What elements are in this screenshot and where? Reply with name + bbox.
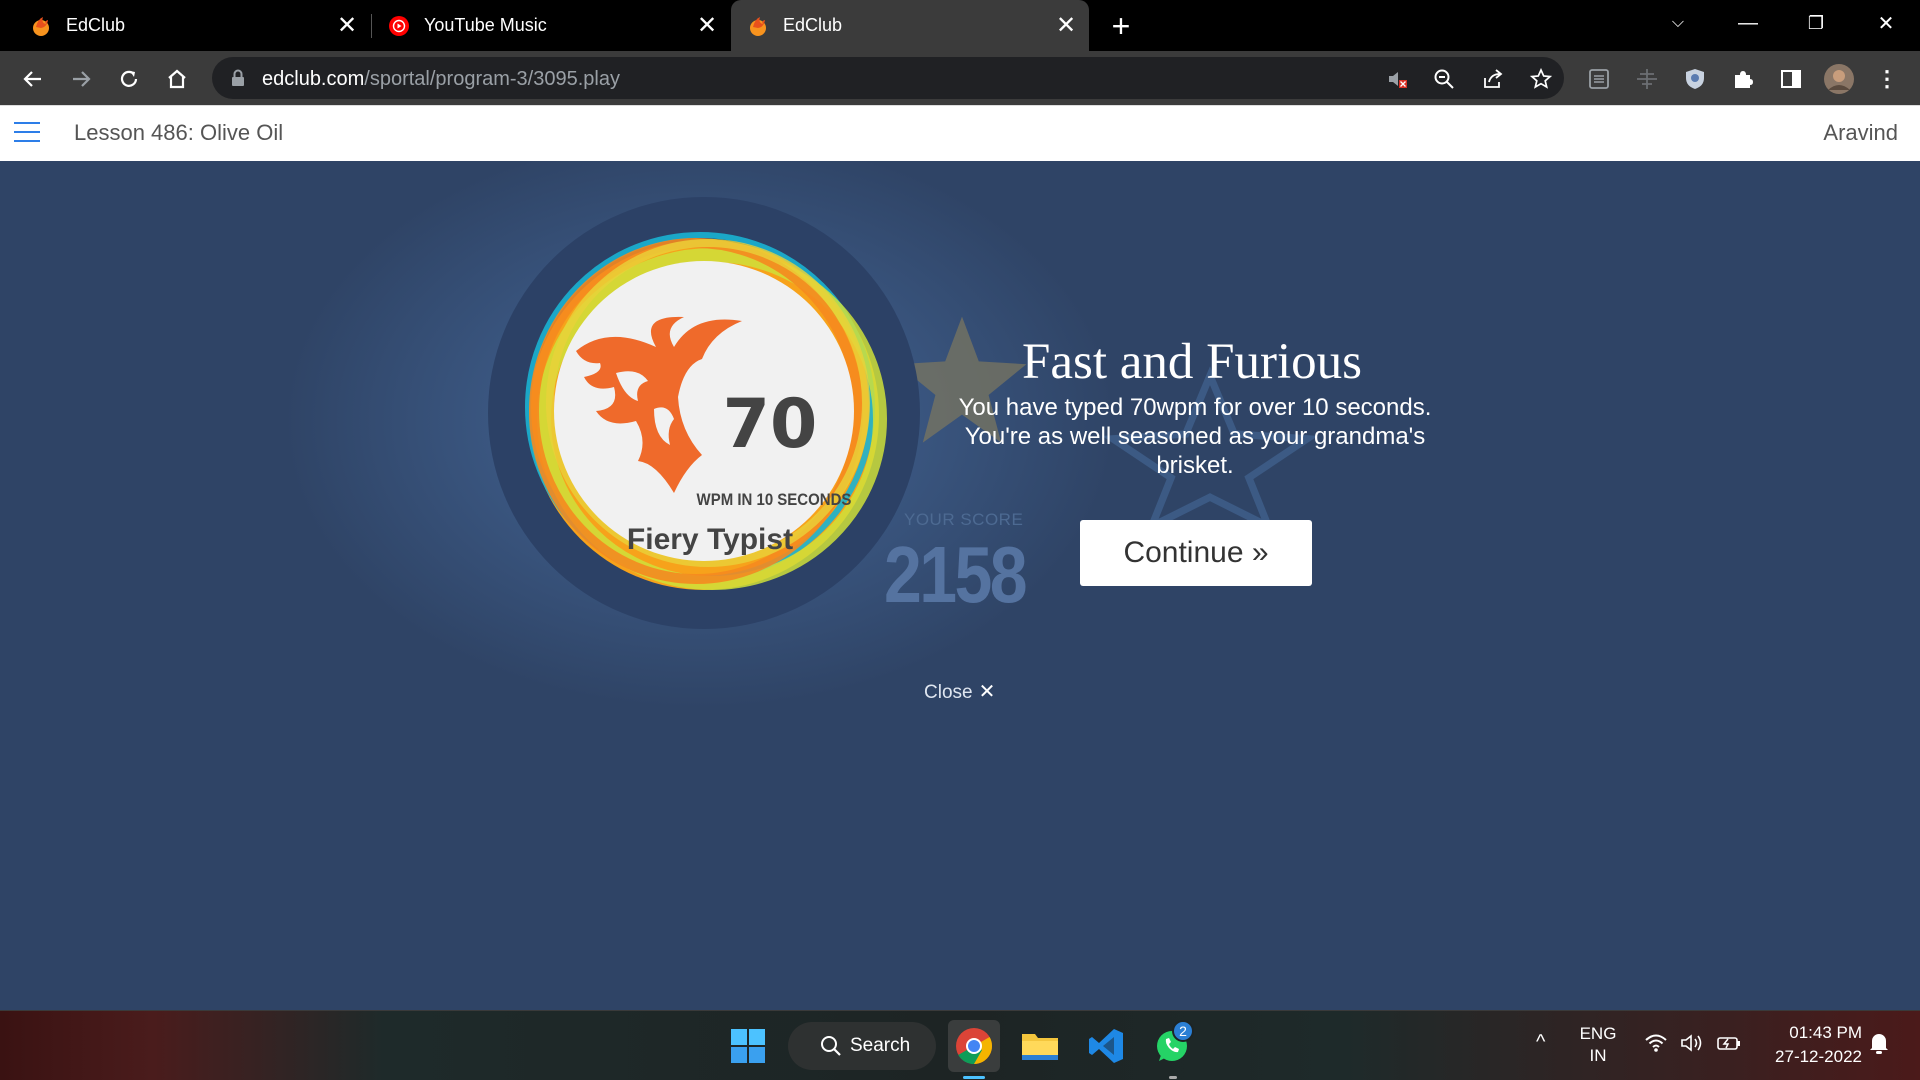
hamburger-menu-icon[interactable] xyxy=(14,122,40,144)
language-line-2: IN xyxy=(1589,1046,1607,1065)
extensions-puzzle-icon[interactable] xyxy=(1728,64,1758,94)
tab-title: EdClub xyxy=(783,15,843,35)
url-path: /sportal/program-3/3095.play xyxy=(364,68,620,90)
user-name[interactable]: Aravind xyxy=(1823,120,1898,146)
language-line-1: ENG xyxy=(1579,1024,1617,1043)
taskbar-chrome[interactable] xyxy=(948,1020,1000,1072)
badge-name: Fiery Typist xyxy=(627,523,793,556)
windows-taskbar: Search 2 ^ ENG IN 01:43 PM 27-12-2022 xyxy=(0,1010,1920,1080)
battery-icon[interactable] xyxy=(1716,1033,1742,1058)
tab-edclub-1[interactable]: EdClub ✕ xyxy=(0,0,370,51)
page-header: Lesson 486: Olive Oil Aravind xyxy=(0,105,1920,161)
close-tab-icon[interactable]: ✕ xyxy=(334,12,360,39)
browser-menu-icon[interactable]: ⋮ xyxy=(1872,64,1902,94)
show-hidden-icons-icon[interactable]: ^ xyxy=(1536,1031,1545,1054)
taskbar-vscode[interactable] xyxy=(1080,1020,1132,1072)
browser-toolbar: edclub.com/sportal/program-3/3095.play ⋮ xyxy=(0,51,1920,105)
url-host: edclub.com xyxy=(262,68,365,90)
tab-youtube-music[interactable]: YouTube Music ✕ xyxy=(372,0,730,51)
address-bar[interactable]: edclub.com/sportal/program-3/3095.play xyxy=(212,57,1564,99)
tab-edclub-active[interactable]: EdClub ✕ xyxy=(731,0,1089,51)
forward-button[interactable] xyxy=(66,64,96,94)
side-panel-icon[interactable] xyxy=(1776,64,1806,94)
zoom-icon[interactable] xyxy=(1431,66,1457,92)
close-tab-icon[interactable]: ✕ xyxy=(1053,12,1079,39)
share-icon[interactable] xyxy=(1480,66,1506,92)
taskbar-file-explorer[interactable] xyxy=(1014,1020,1066,1072)
running-app-indicator xyxy=(1169,1076,1177,1079)
start-button[interactable] xyxy=(722,1020,774,1072)
lesson-title: Lesson 486: Olive Oil xyxy=(74,120,284,145)
edclub-favicon-icon xyxy=(750,16,766,36)
achievement-message: You have typed 70wpm for over 10 seconds… xyxy=(950,393,1440,480)
achievement-title: Fast and Furious xyxy=(1022,334,1363,390)
achievement-message-line-1: You have typed 70wpm for over 10 seconds… xyxy=(958,394,1432,421)
reload-button[interactable] xyxy=(114,64,144,94)
close-window-button[interactable]: ✕ xyxy=(1866,8,1906,38)
home-button[interactable] xyxy=(162,64,192,94)
notification-badge: 2 xyxy=(1172,1020,1194,1042)
taskbar-search[interactable]: Search xyxy=(788,1022,936,1070)
badge-subtitle: WPM IN 10 SECONDS xyxy=(697,491,852,509)
language-indicator[interactable]: ENG IN xyxy=(1578,1023,1618,1067)
vscode-icon xyxy=(1089,1029,1123,1063)
system-clock[interactable]: 01:43 PM 27-12-2022 xyxy=(1762,1021,1862,1069)
reading-list-icon[interactable] xyxy=(1584,64,1614,94)
close-icon: ✕ xyxy=(978,681,996,703)
clock-time: 01:43 PM xyxy=(1789,1023,1862,1042)
volume-icon[interactable] xyxy=(1680,1033,1706,1058)
notifications-icon[interactable] xyxy=(1868,1031,1890,1060)
achievement-message-line-2: You're as well seasoned as your grandma'… xyxy=(964,423,1426,479)
tab-title: YouTube Music xyxy=(424,15,547,35)
extension-move-icon[interactable] xyxy=(1632,64,1662,94)
taskbar-whatsapp[interactable]: 2 xyxy=(1146,1020,1198,1072)
edclub-favicon-icon xyxy=(33,16,49,36)
wifi-icon[interactable] xyxy=(1644,1033,1668,1058)
lock-icon xyxy=(232,69,244,86)
tab-strip: EdClub ✕ YouTube Music ✕ EdClub ✕ + ⌵ — … xyxy=(0,0,1920,51)
fiery-typist-badge: 70 WPM IN 10 SECONDS Fiery Typist xyxy=(488,197,920,629)
windows-logo-icon xyxy=(731,1029,765,1063)
minimize-button[interactable]: — xyxy=(1728,8,1768,38)
close-label: Close xyxy=(924,682,973,703)
tab-search-icon[interactable]: ⌵ xyxy=(1658,8,1698,38)
new-tab-button[interactable]: + xyxy=(1106,8,1136,45)
url-text[interactable]: edclub.com/sportal/program-3/3095.play xyxy=(262,68,620,91)
score-label: YOUR SCORE xyxy=(904,510,1024,529)
search-icon xyxy=(821,1036,841,1056)
tab-title: EdClub xyxy=(66,15,126,35)
badge-number: 70 xyxy=(723,385,818,464)
close-button[interactable]: Close ✕ xyxy=(924,679,995,704)
continue-button[interactable]: Continue » xyxy=(1080,520,1312,586)
back-button[interactable] xyxy=(18,64,48,94)
close-tab-icon[interactable]: ✕ xyxy=(694,12,720,39)
youtube-music-icon xyxy=(389,15,409,36)
sound-muted-icon[interactable] xyxy=(1384,66,1410,92)
active-app-indicator xyxy=(963,1076,985,1079)
shield-extension-icon[interactable] xyxy=(1680,64,1710,94)
folder-icon xyxy=(1022,1034,1058,1060)
chrome-icon xyxy=(956,1028,993,1064)
bookmark-star-icon[interactable] xyxy=(1528,66,1554,92)
profile-avatar[interactable] xyxy=(1824,64,1854,94)
search-label: Search xyxy=(850,1035,911,1056)
achievement-popup: YOUR SCORE 2158 70 WPM IN 10 SECONDS Fie… xyxy=(0,161,1920,1010)
restore-button[interactable]: ❐ xyxy=(1796,8,1836,38)
clock-date: 27-12-2022 xyxy=(1775,1047,1862,1066)
